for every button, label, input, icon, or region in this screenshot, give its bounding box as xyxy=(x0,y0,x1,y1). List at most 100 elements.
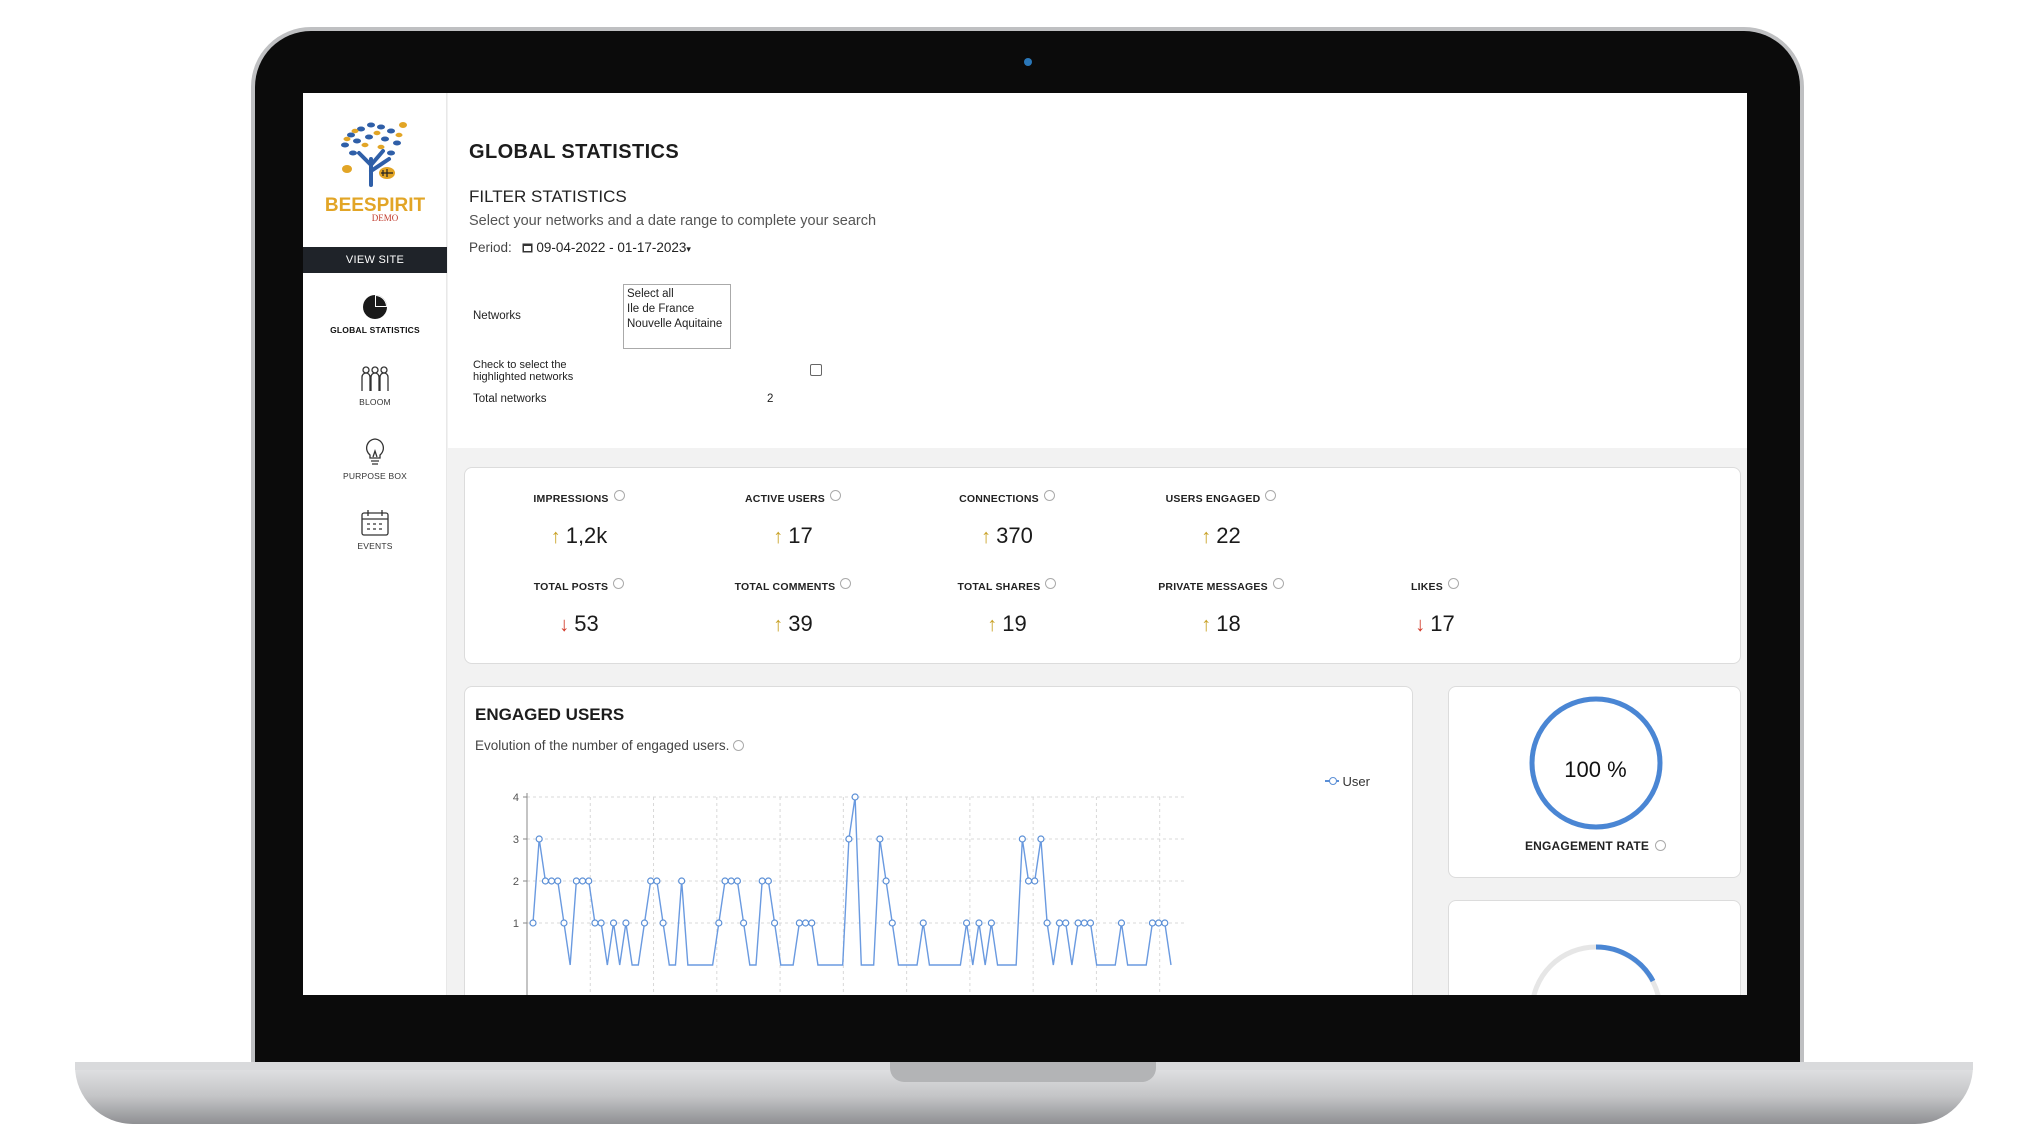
highlighted-networks-checkbox[interactable] xyxy=(810,364,822,376)
kpi-label: TOTAL SHARES xyxy=(957,581,1041,593)
trend-up-icon: ↑ xyxy=(773,526,784,548)
data-point xyxy=(715,919,723,927)
data-point xyxy=(578,877,587,885)
kpi-total-comments: TOTAL COMMENTS ↑ 39 xyxy=(713,578,873,637)
trend-up-icon: ↑ xyxy=(987,614,998,636)
data-point xyxy=(659,919,667,927)
filter-title: FILTER STATISTICS xyxy=(469,187,627,206)
kpi-value: 17 xyxy=(1430,611,1455,636)
data-point xyxy=(1148,919,1157,927)
help-icon[interactable] xyxy=(613,578,625,589)
trend-up-icon: ↑ xyxy=(981,526,992,548)
kpi-label: USERS ENGAGED xyxy=(1165,493,1261,505)
data-point xyxy=(1037,835,1045,843)
kpi-value: 19 xyxy=(1002,611,1027,636)
period-row: Period: 09-04-2022 - 01-17-2023▾ xyxy=(469,240,691,255)
data-point xyxy=(1155,919,1163,927)
kpi-total-shares: TOTAL SHARES ↑ 19 xyxy=(927,578,1087,637)
pie-chart-icon xyxy=(363,295,387,319)
trend-up-icon: ↑ xyxy=(1201,614,1212,636)
data-point xyxy=(801,919,810,927)
data-point xyxy=(529,919,537,927)
data-point xyxy=(653,877,661,885)
sidebar-item-label: EVENTS xyxy=(357,541,393,551)
data-point xyxy=(721,877,729,885)
secondary-ring-card xyxy=(1448,900,1741,995)
sidebar-item-bloom[interactable]: BLOOM xyxy=(303,365,447,407)
kpi-value: 1,2k xyxy=(565,523,608,548)
help-icon[interactable] xyxy=(1043,490,1055,501)
data-point xyxy=(758,877,766,885)
network-option-select-all[interactable]: Select all xyxy=(627,287,727,302)
data-point xyxy=(795,919,803,927)
calendar-icon xyxy=(361,510,389,536)
data-point xyxy=(919,919,927,927)
help-icon[interactable] xyxy=(613,490,625,501)
lightbulb-icon xyxy=(366,438,384,465)
secondary-ring xyxy=(1531,944,1661,995)
help-icon[interactable] xyxy=(840,578,852,589)
trend-up-icon: ↑ xyxy=(1201,526,1212,548)
data-point xyxy=(1031,877,1039,885)
help-icon[interactable] xyxy=(830,490,841,501)
kpi-value: 53 xyxy=(574,611,599,636)
kpi-value: 17 xyxy=(788,523,813,548)
sidebar-item-purpose-box[interactable]: PURPOSE BOX xyxy=(303,437,447,481)
laptop-hinge xyxy=(412,1040,1626,1062)
y-tick-label: 3 xyxy=(513,834,519,846)
kpi-label: CONNECTIONS xyxy=(959,493,1039,505)
kpi-value: 39 xyxy=(788,611,813,636)
kpi-connections: CONNECTIONS ↑ 370 xyxy=(927,490,1087,549)
data-point xyxy=(622,919,630,927)
data-point xyxy=(547,877,556,885)
kpi-private-messages: PRIVATE MESSAGES ↑ 18 xyxy=(1141,578,1301,637)
help-icon[interactable] xyxy=(1265,490,1277,501)
sidebar-item-label: BLOOM xyxy=(359,397,391,407)
network-option-ile-de-france[interactable]: Ile de France xyxy=(627,302,727,317)
data-point xyxy=(572,877,580,885)
trend-down-icon: ↓ xyxy=(559,614,570,636)
laptop-notch xyxy=(890,1062,1156,1082)
sidebar-item-events[interactable]: EVENTS xyxy=(303,509,447,551)
engaged-users-card: ENGAGED USERS Evolution of the number of… xyxy=(464,686,1413,995)
data-point xyxy=(1062,919,1070,927)
beespirit-logo: BEESPIRIT DEMO xyxy=(325,122,426,223)
trend-up-icon: ↑ xyxy=(550,526,561,548)
data-point xyxy=(733,877,742,885)
sidebar-item-global-statistics[interactable]: GLOBAL STATISTICS xyxy=(303,293,447,335)
y-tick-label: 1 xyxy=(513,918,519,930)
networks-label: Networks xyxy=(473,310,521,322)
app-screen: BEESPIRIT DEMO VIEW SITE GLOBAL STATISTI… xyxy=(303,93,1747,995)
help-icon[interactable] xyxy=(1045,578,1057,589)
data-point xyxy=(740,919,748,927)
data-point xyxy=(640,919,649,927)
help-icon[interactable] xyxy=(1655,840,1667,851)
kpi-label: TOTAL COMMENTS xyxy=(734,581,836,593)
kpi-value: 370 xyxy=(996,523,1033,548)
help-icon[interactable] xyxy=(1272,578,1284,589)
sidebar: BEESPIRIT DEMO VIEW SITE GLOBAL STATISTI… xyxy=(303,93,447,995)
data-point xyxy=(764,877,772,885)
networks-select[interactable]: Select all Ile de France Nouvelle Aquita… xyxy=(623,284,731,349)
kpi-value: 22 xyxy=(1216,523,1241,548)
engagement-rate-label-text: ENGAGEMENT RATE xyxy=(1524,839,1650,853)
kpi-likes: LIKES ↓ 17 xyxy=(1355,578,1515,637)
data-point xyxy=(541,877,549,885)
data-point xyxy=(962,919,971,927)
period-label: Period: xyxy=(469,240,512,255)
caret-down-icon: ▾ xyxy=(686,244,691,254)
trend-down-icon: ↓ xyxy=(1415,614,1426,636)
kpi-impressions: IMPRESSIONS ↑ 1,2k xyxy=(499,490,659,549)
data-point xyxy=(876,835,884,843)
data-point xyxy=(591,919,599,927)
data-point xyxy=(597,919,605,927)
view-site-button[interactable]: VIEW SITE xyxy=(303,247,447,273)
help-icon[interactable] xyxy=(1447,578,1459,589)
data-point xyxy=(1024,877,1033,885)
data-point xyxy=(727,877,735,885)
date-range-picker[interactable]: 09-04-2022 - 01-17-2023▾ xyxy=(522,240,691,255)
network-option-nouvelle-aquitaine[interactable]: Nouvelle Aquitaine xyxy=(627,317,727,332)
filter-subtitle: Select your networks and a date range to… xyxy=(469,213,877,229)
data-point xyxy=(1161,919,1169,927)
kpi-total-posts: TOTAL POSTS ↓ 53 xyxy=(499,578,659,637)
